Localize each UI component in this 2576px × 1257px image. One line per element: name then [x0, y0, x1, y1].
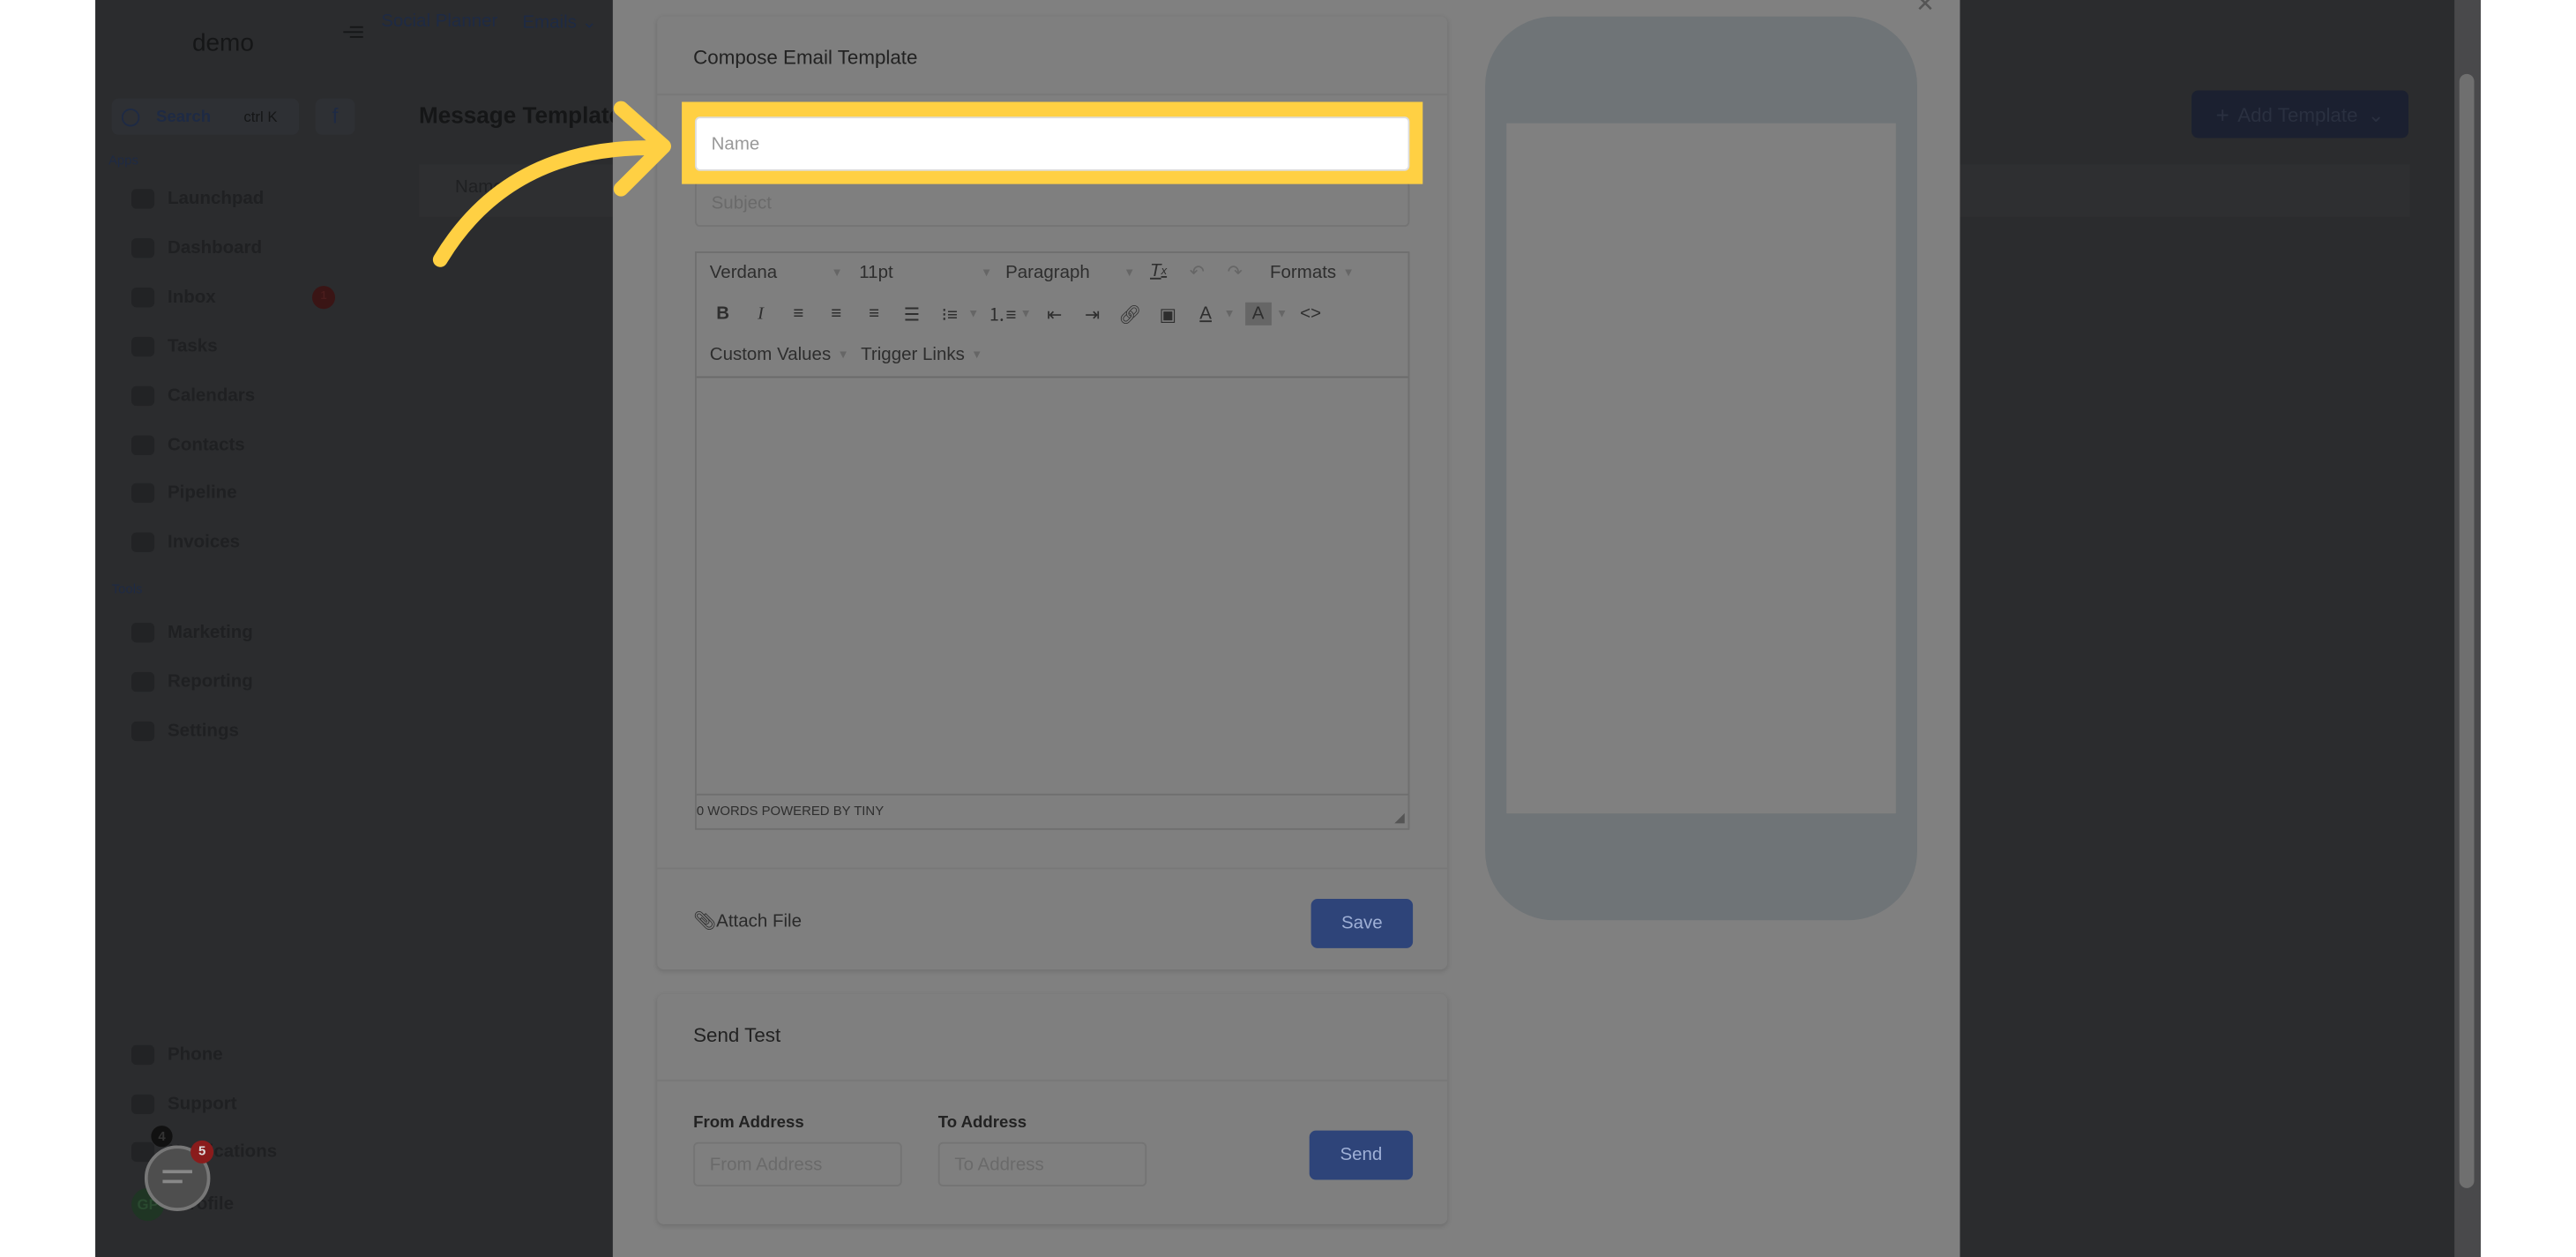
arrow-shaft — [432, 140, 665, 267]
annotation-arrow — [432, 101, 671, 267]
screen: demo Social Planner Emails ⌄ Search ctrl… — [0, 0, 2576, 1257]
